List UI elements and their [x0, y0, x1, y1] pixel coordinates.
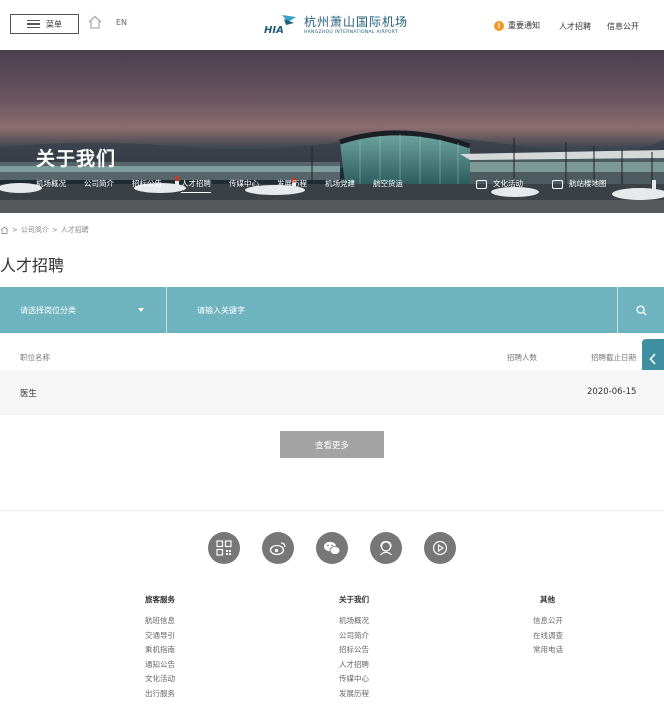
terminal-map-label: 航站楼地图: [569, 179, 607, 188]
column-header-deadline: 招聘截止日期: [591, 353, 636, 362]
qrcode-icon[interactable]: [208, 532, 240, 564]
footer-link[interactable]: 公司简介: [339, 631, 369, 641]
culture-label: 文化活动: [493, 179, 523, 188]
video-icon[interactable]: [424, 532, 456, 564]
chevron-left-icon: [649, 353, 656, 365]
logo-mark-text: HIA: [264, 25, 284, 35]
section-nav: 机场概况 公司简介 招标公告 人才招聘 传媒中心 发展历程 机场党建 航空货运 …: [0, 178, 664, 194]
logo-name-en: HANGZHOU INTERNATIONAL AIRPORT: [304, 30, 398, 35]
banner-title: 关于我们: [36, 148, 117, 170]
footer-link[interactable]: 传媒中心: [339, 674, 369, 684]
footer-link[interactable]: 出行服务: [145, 689, 175, 699]
language-switch[interactable]: EN: [116, 18, 127, 27]
footer-link[interactable]: 发展历程: [339, 689, 369, 699]
footer-heading-other: 其他: [540, 595, 555, 604]
home-icon[interactable]: [0, 226, 9, 234]
header-link-recruitment[interactable]: 人才招聘: [559, 21, 591, 32]
section-nav-item[interactable]: 传媒中心: [229, 178, 259, 189]
footer-link[interactable]: 通知公告: [145, 660, 175, 670]
column-header-count: 招聘人数: [507, 353, 537, 362]
culture-icon: [476, 179, 487, 189]
menu-label: 菜单: [46, 19, 62, 29]
important-notice-link[interactable]: ! 重要通知: [494, 20, 540, 31]
footer-link[interactable]: 人才招聘: [339, 660, 369, 670]
customer-service-icon[interactable]: [370, 532, 402, 564]
footer-link[interactable]: 在线调查: [533, 631, 563, 641]
table-row[interactable]: [0, 370, 664, 415]
hamburger-icon: [27, 19, 40, 29]
page-title: 人才招聘: [0, 256, 65, 275]
section-nav-item[interactable]: 发展历程: [277, 178, 307, 189]
breadcrumb-item-current: 人才招聘: [60, 226, 89, 234]
job-deadline: 2020-06-15: [587, 387, 637, 397]
job-category-select[interactable]: 请选择岗位分类: [0, 287, 167, 333]
footer-column-passenger: 航班信息 交通导引 乘机指南 通知公告 文化活动 出行服务: [145, 616, 175, 699]
footer-link[interactable]: 乘机指南: [145, 645, 175, 655]
job-search-bar: 请选择岗位分类: [0, 287, 664, 333]
load-more-button[interactable]: 查看更多: [280, 431, 384, 458]
keyword-input[interactable]: [197, 287, 607, 333]
job-title[interactable]: 医生: [20, 387, 37, 399]
footer-divider: [0, 510, 664, 511]
chevron-right-icon: >: [12, 226, 18, 234]
breadcrumb-item[interactable]: 公司简介: [21, 225, 49, 235]
column-header-title: 职位名称: [20, 353, 50, 362]
section-nav-item[interactable]: 机场党建: [325, 178, 355, 189]
terminal-map-link[interactable]: 航站楼地图: [552, 178, 607, 189]
site-logo[interactable]: HIA 杭州萧山国际机场 HANGZHOU INTERNATIONAL AIRP…: [264, 12, 408, 36]
footer-column-other: 信息公开 在线调查 常用电话: [533, 616, 563, 655]
weibo-icon[interactable]: [262, 532, 294, 564]
section-nav-item-active[interactable]: 人才招聘: [181, 178, 211, 193]
footer-heading-passenger: 旅客服务: [145, 595, 175, 604]
hero-banner: 关于我们 机场概况 公司简介 招标公告 人才招聘 传媒中心 发展历程 机场党建 …: [0, 50, 664, 213]
footer-link[interactable]: 机场概况: [339, 616, 369, 626]
section-nav-item[interactable]: 公司简介: [84, 178, 114, 189]
logo-name-cn: 杭州萧山国际机场: [304, 15, 409, 29]
footer-link[interactable]: 文化活动: [145, 674, 175, 684]
caret-down-icon: [138, 308, 144, 312]
footer-link[interactable]: 信息公开: [533, 616, 563, 626]
header-link-disclosure[interactable]: 信息公开: [607, 21, 639, 32]
menu-button[interactable]: 菜单: [10, 14, 79, 34]
breadcrumb: > 公司简介 > 人才招聘: [0, 225, 89, 235]
map-icon: [552, 179, 563, 189]
section-nav-item[interactable]: 航空货运: [373, 178, 403, 189]
alert-icon: !: [494, 20, 504, 31]
search-button[interactable]: [617, 287, 664, 333]
logo-icon: HIA: [264, 15, 296, 35]
home-icon[interactable]: [87, 14, 103, 30]
job-category-placeholder: 请选择岗位分类: [20, 305, 76, 315]
footer-heading-about: 关于我们: [339, 595, 369, 604]
culture-link[interactable]: 文化活动: [476, 178, 523, 189]
site-header: 菜单 EN HIA 杭州萧山国际机场 HANGZHOU INTERNATIONA…: [0, 0, 664, 50]
notice-label: 重要通知: [508, 21, 540, 30]
search-icon: [635, 304, 646, 315]
section-nav-item[interactable]: 机场概况: [36, 178, 66, 189]
wechat-icon[interactable]: [316, 532, 348, 564]
footer-link[interactable]: 常用电话: [533, 645, 563, 655]
footer-link[interactable]: 交通导引: [145, 631, 175, 641]
footer-link[interactable]: 航班信息: [145, 616, 175, 626]
footer-link[interactable]: 招标公告: [339, 645, 369, 655]
chevron-right-icon: >: [51, 226, 58, 234]
footer-column-about: 机场概况 公司简介 招标公告 人才招聘 传媒中心 发展历程: [339, 616, 369, 699]
section-nav-item[interactable]: 招标公告: [132, 178, 162, 189]
